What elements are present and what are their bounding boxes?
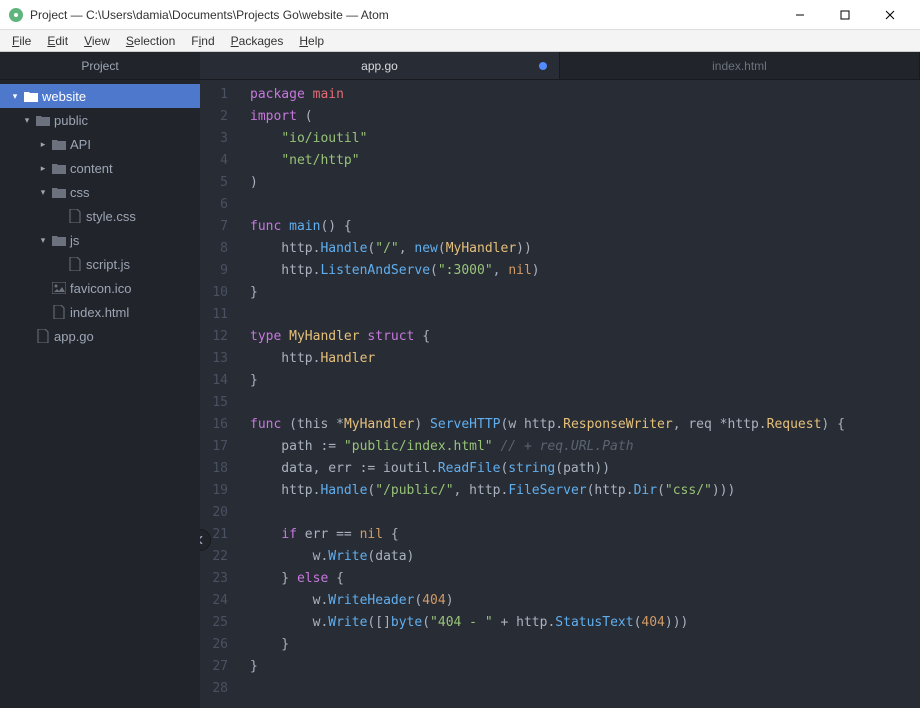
project-sidebar: Project ▾ website ▾ public ▸ API ▸ conte… [0,52,200,708]
workspace: Project ▾ website ▾ public ▸ API ▸ conte… [0,52,920,708]
chevron-down-icon: ▾ [8,91,22,102]
menu-view[interactable]: View [76,32,118,50]
tabbar: app.go index.html [200,52,920,80]
tree-label: js [68,233,79,248]
titlebar: Project — C:\Users\damia\Documents\Proje… [0,0,920,30]
tree-folder-api[interactable]: ▸ API [0,132,200,156]
chevron-down-icon: ▾ [36,235,50,246]
folder-icon [22,90,40,102]
menu-help[interactable]: Help [291,32,332,50]
chevron-right-icon: ▸ [36,163,50,174]
tree-file-indexhtml[interactable]: index.html [0,300,200,324]
modified-indicator-icon [539,62,547,70]
sidebar-header: Project [0,52,200,80]
code-content[interactable]: package mainimport ( "io/ioutil" "net/ht… [238,80,920,708]
minimize-button[interactable] [777,1,822,29]
tree-label: css [68,185,90,200]
code-editor[interactable]: 1234567891011121314151617181920212223242… [200,80,920,708]
file-tree: ▾ website ▾ public ▸ API ▸ content ▾ [0,80,200,708]
window-title: Project — C:\Users\damia\Documents\Proje… [30,8,777,22]
file-icon [34,329,52,343]
tab-appgo[interactable]: app.go [200,52,560,79]
file-icon [66,257,84,271]
tree-label: favicon.ico [68,281,131,296]
folder-icon [50,138,68,150]
tree-label: script.js [84,257,130,272]
tree-folder-content[interactable]: ▸ content [0,156,200,180]
image-file-icon [50,282,68,294]
tree-label: app.go [52,329,94,344]
tree-file-scriptjs[interactable]: script.js [0,252,200,276]
file-icon [66,209,84,223]
menu-edit[interactable]: Edit [39,32,76,50]
tree-folder-website[interactable]: ▾ website [0,84,200,108]
tree-label: content [68,161,113,176]
close-button[interactable] [867,1,912,29]
tree-file-stylecss[interactable]: style.css [0,204,200,228]
tree-label: API [68,137,91,152]
line-gutter: 1234567891011121314151617181920212223242… [200,80,238,708]
tab-label: app.go [361,59,398,73]
tree-folder-js[interactable]: ▾ js [0,228,200,252]
tab-indexhtml[interactable]: index.html [560,52,920,79]
file-icon [50,305,68,319]
chevron-down-icon: ▾ [20,115,34,126]
tree-folder-public[interactable]: ▾ public [0,108,200,132]
tree-file-favicon[interactable]: favicon.ico [0,276,200,300]
folder-icon [50,162,68,174]
folder-icon [50,234,68,246]
folder-icon [34,114,52,126]
menu-file[interactable]: File [4,32,39,50]
chevron-right-icon: ▸ [36,139,50,150]
tree-file-appgo[interactable]: app.go [0,324,200,348]
menu-packages[interactable]: Packages [223,32,292,50]
menu-find[interactable]: Find [183,32,222,50]
tree-label: style.css [84,209,136,224]
app-icon [8,7,24,23]
tree-label: index.html [68,305,129,320]
menubar: File Edit View Selection Find Packages H… [0,30,920,52]
window-controls [777,1,912,29]
tree-folder-css[interactable]: ▾ css [0,180,200,204]
tree-label: public [52,113,88,128]
maximize-button[interactable] [822,1,867,29]
tree-label: website [40,89,86,104]
tab-label: index.html [712,59,767,73]
chevron-down-icon: ▾ [36,187,50,198]
editor-panel: app.go index.html 1234567891011121314151… [200,52,920,708]
menu-selection[interactable]: Selection [118,32,183,50]
folder-icon [50,186,68,198]
